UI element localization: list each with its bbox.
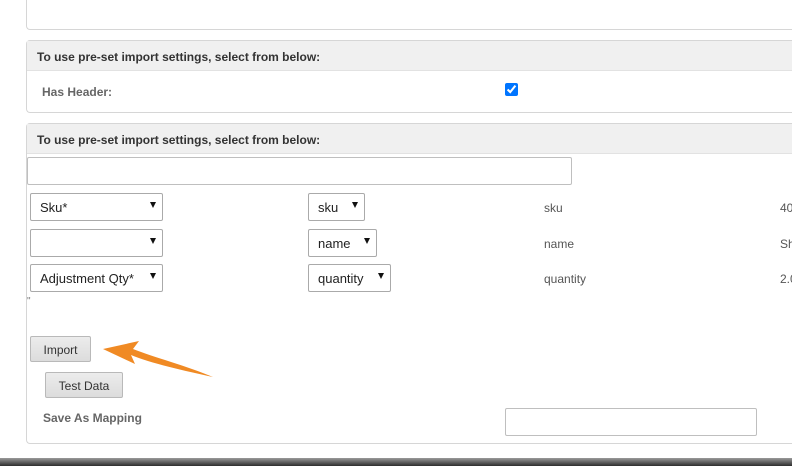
column-select-value: quantity: [318, 271, 364, 286]
dropdown-arrow-icon: [150, 238, 156, 244]
field-select-empty[interactable]: [30, 229, 163, 257]
sample-value-text: 40: [780, 201, 792, 215]
annotation-arrow-icon: [103, 341, 213, 377]
sample-value-text: Sh: [780, 237, 792, 251]
mapping-panel-title: To use pre-set import settings, select f…: [27, 124, 792, 154]
column-name-text: quantity: [544, 272, 587, 286]
field-select-value: Adjustment Qty*: [40, 271, 134, 286]
dropdown-arrow-icon: [352, 202, 358, 208]
import-button[interactable]: Import: [30, 336, 91, 362]
save-as-mapping-label: Save As Mapping: [43, 411, 142, 425]
field-select-adjustment-qty[interactable]: Adjustment Qty*: [30, 264, 163, 292]
column-select-sku[interactable]: sku: [308, 193, 365, 221]
column-name-text: sku: [544, 201, 563, 215]
import-settings-panel: To use pre-set import settings, select f…: [26, 40, 792, 113]
column-name-text: name: [544, 237, 575, 251]
settings-panel-title: To use pre-set import settings, select f…: [27, 41, 792, 71]
mapping-text-input[interactable]: [27, 157, 572, 185]
has-header-checkbox[interactable]: [505, 83, 518, 96]
column-select-quantity[interactable]: quantity: [308, 264, 391, 292]
column-select-value: sku: [318, 200, 339, 215]
bottom-scrollbar[interactable]: [0, 458, 792, 466]
column-select-value: name: [318, 236, 351, 251]
dropdown-arrow-icon: [378, 273, 384, 279]
dropdown-arrow-icon: [364, 238, 370, 244]
save-as-mapping-input[interactable]: [505, 408, 757, 436]
column-select-name[interactable]: name: [308, 229, 377, 257]
field-select-sku[interactable]: Sku*: [30, 193, 163, 221]
has-header-label: Has Header:: [42, 85, 113, 99]
sample-value-text: 2.0: [780, 272, 792, 286]
stray-quote-mark: ": [27, 296, 31, 307]
field-select-value: Sku*: [40, 200, 68, 215]
dropdown-arrow-icon: [150, 202, 156, 208]
dropdown-arrow-icon: [150, 273, 156, 279]
top-panel: [26, 0, 792, 30]
